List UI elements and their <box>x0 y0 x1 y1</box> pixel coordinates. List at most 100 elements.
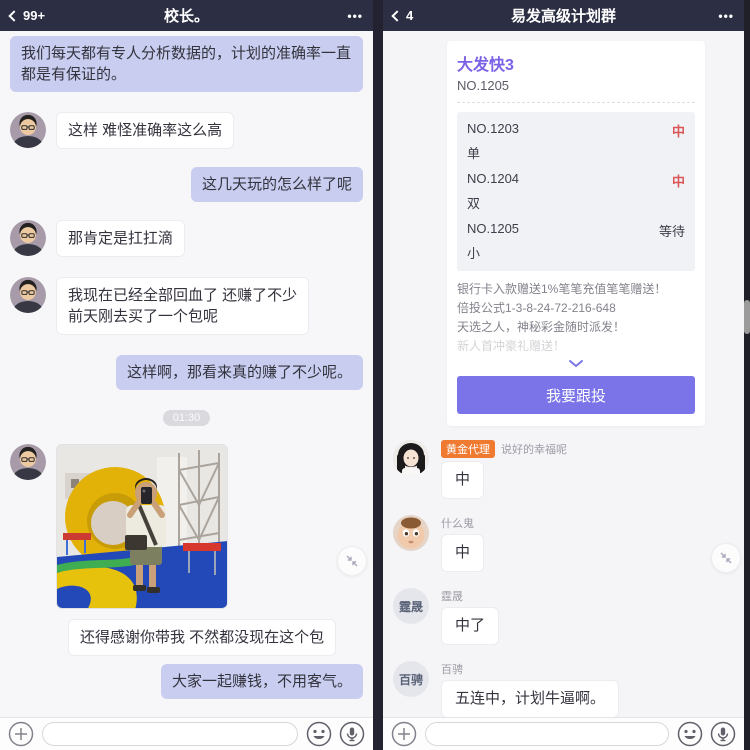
group-message[interactable]: 中 <box>441 461 485 499</box>
plan-history-box: NO.1203 中 单 NO.1204 中 双 NO.1205 等待 小 <box>457 112 695 271</box>
avatar[interactable]: 百骋 <box>393 661 429 697</box>
screens-divider <box>373 0 383 750</box>
voice-button[interactable] <box>710 721 736 747</box>
username: 霆晟 <box>441 591 463 603</box>
lottery-plan-card: 大发快3 NO.1205 NO.1203 中 单 NO.1204 中 双 NO.12… <box>447 41 705 426</box>
message-row: 我现在已经全部回血了 还赚了不少 前天刚去买了一个包呢 <box>0 277 373 335</box>
group-message[interactable]: 中 <box>441 534 485 572</box>
history-row: NO.1205 等待 小 <box>467 221 685 262</box>
sent-message[interactable]: 这几天玩的怎么样了呢 <box>190 167 363 202</box>
plus-icon <box>8 721 34 747</box>
username: 什么鬼 <box>441 518 474 530</box>
man-avatar-icon <box>10 277 46 313</box>
collapse-arrows-icon <box>720 552 732 564</box>
group-message-row: 黄金代理 说好的幸福呢 中 <box>383 440 744 499</box>
promo-line: 倍投公式1-3-8-24-72-216-648 <box>457 301 616 315</box>
message-body: 霆晟 中了 <box>441 588 500 645</box>
promo-line: 天选之人，神秘彩金随时派发！ <box>457 320 626 334</box>
attach-button[interactable] <box>8 721 34 747</box>
smiley-icon <box>677 721 703 747</box>
message-input[interactable] <box>425 722 669 746</box>
received-message[interactable]: 我现在已经全部回血了 还赚了不少 前天刚去买了一个包呢 <box>56 277 310 335</box>
promo-line: 新人首冲豪礼赠送！ <box>457 339 566 353</box>
history-row: NO.1204 中 双 <box>467 171 685 212</box>
group-message[interactable]: 中了 <box>441 607 500 645</box>
baby-avatar-icon <box>393 515 429 551</box>
dashed-separator <box>457 102 695 103</box>
current-round: NO.1205 <box>457 78 510 93</box>
pick-label: 小 <box>467 246 481 261</box>
chat-title: 校长。 <box>163 8 209 25</box>
avatar[interactable] <box>10 112 46 148</box>
back-button[interactable]: 4 <box>391 8 414 23</box>
role-badge: 黄金代理 <box>441 440 495 458</box>
group-message[interactable]: 五连中，计划牛逼啊。 <box>441 680 620 717</box>
pick-label: 单 <box>467 146 481 161</box>
emoji-button[interactable] <box>306 721 332 747</box>
smiley-icon <box>306 721 332 747</box>
message-row: 大家一起赚钱，不用客气。 <box>0 664 373 699</box>
timestamp-row: 01:30 <box>0 410 373 426</box>
game-name: 大发快3 <box>457 57 514 74</box>
promo-line: 银行卡入款赠送1%笔笔充值笔笔赠送！ <box>457 282 667 296</box>
timestamp: 01:30 <box>162 410 211 426</box>
round-number: NO.1203 <box>467 121 520 136</box>
microphone-icon <box>339 721 365 747</box>
left-header: 99+ 校长。 ••• <box>0 0 373 31</box>
man-avatar-icon <box>10 112 46 148</box>
group-message-row: 什么鬼 中 <box>383 515 744 572</box>
right-message-list[interactable]: 大发快3 NO.1205 NO.1203 中 单 NO.1204 中 双 NO.12… <box>383 31 744 717</box>
group-message-row: 百骋 百骋 五连中，计划牛逼啊。 <box>383 661 744 717</box>
message-body: 黄金代理 说好的幸福呢 中 <box>441 440 567 499</box>
sent-message[interactable]: 我们每天都有专人分析数据的，计划的准确率一直都是有保证的。 <box>10 36 363 92</box>
avatar[interactable] <box>393 515 429 551</box>
avatar[interactable] <box>10 277 46 313</box>
round-number: NO.1205 <box>467 221 520 236</box>
round-number: NO.1204 <box>467 171 520 186</box>
back-arrow-icon <box>8 9 20 22</box>
collapse-float-button[interactable] <box>337 546 367 576</box>
avatar[interactable] <box>10 444 46 480</box>
sent-message[interactable]: 大家一起赚钱，不用客气。 <box>160 664 363 699</box>
avatar[interactable] <box>393 440 429 476</box>
message-row: 这几天玩的怎么样了呢 <box>0 167 373 202</box>
avatar[interactable]: 霆晟 <box>393 588 429 624</box>
message-row: 这样 难怪准确率这么高 <box>0 112 373 149</box>
collapse-float-button[interactable] <box>711 543 741 573</box>
voice-button[interactable] <box>339 721 365 747</box>
result-label: 中 <box>671 174 685 189</box>
collapse-arrows-icon <box>346 555 358 567</box>
sent-message[interactable]: 这样啊，那看来真的赚了不少呢。 <box>115 355 363 390</box>
follow-bet-button[interactable]: 我要跟投 <box>457 376 695 414</box>
username: 百骋 <box>441 664 463 676</box>
dual-chat-screenshot: 99+ 校长。 ••• 我们每天都有专人分析数据的，计划的准确率一直都是有保证的… <box>0 0 750 750</box>
private-chat-panel: 99+ 校长。 ••• 我们每天都有专人分析数据的，计划的准确率一直都是有保证的… <box>0 0 373 750</box>
message-body: 百骋 五连中，计划牛逼啊。 <box>441 661 620 717</box>
attach-button[interactable] <box>391 721 417 747</box>
microphone-icon <box>710 721 736 747</box>
back-button[interactable]: 99+ <box>8 8 45 23</box>
group-message-row: 霆晟 霆晟 中了 <box>383 588 744 645</box>
back-arrow-icon <box>391 9 403 22</box>
chevron-down-icon <box>569 360 583 368</box>
received-message[interactable]: 这样 难怪准确率这么高 <box>56 112 235 149</box>
received-message[interactable]: 那肯定是扛扛滴 <box>56 220 186 257</box>
more-menu-button[interactable]: ••• <box>718 9 734 23</box>
more-menu-button[interactable]: ••• <box>347 9 363 23</box>
group-title: 易发高级计划群 <box>510 8 616 25</box>
photo-message[interactable] <box>56 444 228 609</box>
message-row: 还得感谢你带我 不然都没现在这个包 <box>0 619 373 656</box>
message-row: 我们每天都有专人分析数据的，计划的准确率一直都是有保证的。 <box>0 36 373 92</box>
scrollbar-thumb[interactable] <box>744 300 750 334</box>
emoji-button[interactable] <box>677 721 703 747</box>
message-row: 这样啊，那看来真的赚了不少呢。 <box>0 355 373 390</box>
right-header: 4 易发高级计划群 ••• <box>383 0 744 31</box>
expand-promos-button[interactable] <box>457 359 695 368</box>
left-message-list[interactable]: 我们每天都有专人分析数据的，计划的准确率一直都是有保证的。 这样 难怪准确率这么… <box>0 31 373 717</box>
history-row: NO.1203 中 单 <box>467 121 685 162</box>
received-message[interactable]: 还得感谢你带我 不然都没现在这个包 <box>68 619 337 656</box>
girl-avatar-icon <box>393 440 429 476</box>
avatar[interactable] <box>10 220 46 256</box>
unread-count-badge: 4 <box>406 8 414 23</box>
message-input[interactable] <box>42 722 298 746</box>
